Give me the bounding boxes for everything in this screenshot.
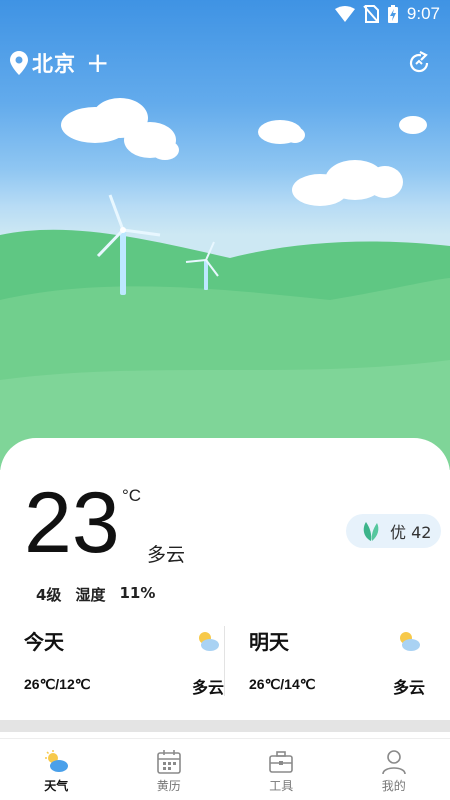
tab-label: 工具 [269, 779, 294, 793]
wind-level: 4级 [36, 586, 62, 604]
calendar-icon [156, 750, 181, 774]
status-time: 9:07 [406, 4, 440, 23]
tab-label: 黄历 [156, 779, 181, 793]
forecast-condition: 多云 [392, 678, 425, 697]
tab-tools[interactable]: 工具 [225, 739, 338, 800]
forecast-day-title: 今天 [24, 630, 64, 654]
forecast-divider [224, 626, 225, 696]
aqi-badge[interactable]: 优 42 [346, 514, 441, 548]
add-city-button[interactable]: + [86, 49, 109, 77]
forecast-today[interactable]: 今天 26℃/12℃ 多云 [24, 622, 224, 702]
weather-stats: 4级 湿度 11% [36, 584, 155, 605]
forecast-temp-range: 26℃/14℃ [249, 676, 316, 692]
location-pin-icon [10, 51, 28, 75]
tab-almanac[interactable]: 黄历 [113, 739, 226, 800]
forecast-day-title: 明天 [249, 630, 289, 654]
aqi-value: 42 [411, 523, 432, 542]
current-condition: 多云 [147, 544, 186, 566]
aqi-label: 优 [390, 523, 407, 542]
aqi-text: 优 42 [390, 519, 431, 543]
weather-icon [45, 750, 69, 772]
current-temperature: 23 [24, 475, 120, 571]
battery-charging-icon [387, 5, 398, 23]
forecast-temp-range: 26℃/12℃ [24, 676, 91, 692]
partly-cloudy-icon [199, 632, 219, 651]
refresh-icon[interactable] [406, 50, 432, 76]
partly-cloudy-icon [400, 632, 420, 651]
temperature-unit: °C [122, 486, 142, 505]
bottom-tab-bar: 天气 黄历 工具 我的 [0, 738, 450, 800]
tab-profile[interactable]: 我的 [338, 739, 450, 800]
section-separator [0, 720, 450, 732]
clouds [61, 98, 427, 206]
humidity-label: 湿度 [75, 586, 106, 604]
tab-label: 我的 [381, 779, 406, 793]
city-name[interactable]: 北京 [32, 48, 76, 78]
forecast-tomorrow[interactable]: 明天 26℃/14℃ 多云 [249, 622, 425, 702]
wifi-icon [334, 6, 355, 22]
toolbox-icon [269, 751, 294, 773]
profile-icon [381, 750, 406, 775]
tab-weather[interactable]: 天气 [0, 739, 113, 800]
forecast-condition: 多云 [191, 678, 224, 697]
leaf-icon [363, 522, 379, 541]
status-bar: 9:07 [0, 0, 450, 30]
tab-label: 天气 [44, 779, 69, 793]
humidity-value: 11% [119, 584, 156, 602]
no-sim-icon [363, 5, 379, 23]
location-header[interactable]: 北京 + [10, 48, 109, 78]
